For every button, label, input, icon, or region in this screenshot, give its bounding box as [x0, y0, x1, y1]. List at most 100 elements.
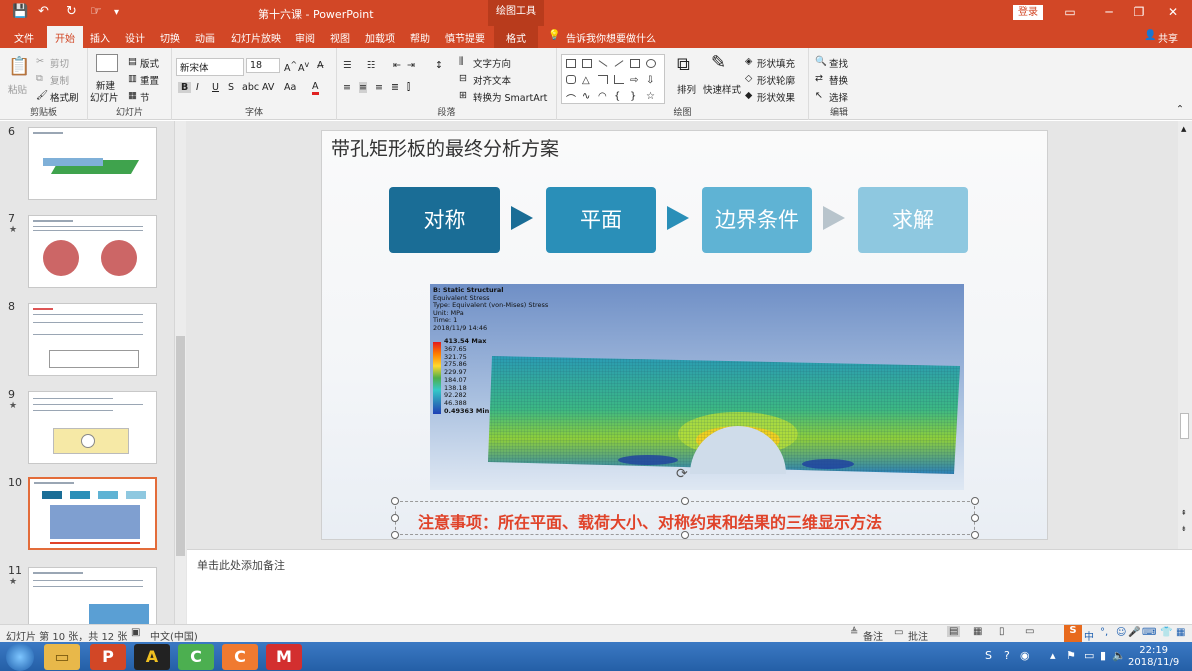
tab-help[interactable]: 帮助 — [410, 30, 430, 45]
slide-thumbnail[interactable] — [28, 391, 157, 464]
font-size-select[interactable]: 18 — [246, 58, 280, 73]
elbow2-shape-icon[interactable] — [614, 75, 624, 84]
ime-punct-icon[interactable]: °, — [1100, 627, 1108, 638]
tray-expand-icon[interactable]: ▴ — [1050, 649, 1056, 662]
resize-handle[interactable] — [391, 497, 399, 505]
step-plane[interactable]: 平面 — [546, 187, 656, 253]
font-color-icon[interactable]: A — [312, 81, 319, 95]
cut-icon[interactable]: ✂ — [36, 56, 44, 67]
scroll-up-icon[interactable]: ▲ — [1181, 125, 1186, 133]
find-button[interactable]: 查找 — [829, 56, 848, 70]
line-spacing-icon[interactable]: ↕ — [435, 60, 443, 71]
tab-insert[interactable]: 插入 — [90, 30, 110, 45]
step-boundary[interactable]: 边界条件 — [702, 187, 812, 253]
brace-left-shape-icon[interactable]: { — [614, 91, 624, 102]
select-icon[interactable]: ↖ — [815, 90, 823, 101]
format-painter-icon[interactable]: 🖌 — [36, 90, 48, 101]
prev-slide-icon[interactable]: ⇞ — [1181, 509, 1187, 517]
select-button[interactable]: 选择 — [829, 90, 848, 104]
clear-format-icon[interactable]: A̶ — [317, 60, 324, 71]
tab-transitions[interactable]: 切换 — [160, 30, 180, 45]
rotate-handle-icon[interactable]: ⟳ — [676, 466, 688, 482]
shape-outline-icon[interactable]: ◇ — [745, 73, 752, 84]
tray-help-icon[interactable]: ? — [1004, 649, 1010, 662]
slide-title[interactable]: 带孔矩形板的最终分析方案 — [331, 134, 559, 161]
section-button[interactable]: 节 — [140, 90, 150, 104]
slide-thumbnail[interactable] — [28, 567, 157, 624]
columns-icon[interactable]: ⫿ — [407, 82, 410, 93]
normal-view-icon[interactable]: ▤ — [947, 626, 961, 637]
undo-icon[interactable]: ↶ — [38, 4, 49, 19]
font-name-select[interactable]: 新宋体 — [176, 58, 244, 76]
shape-fill-icon[interactable]: ◈ — [745, 56, 752, 67]
numbering-icon[interactable]: ☷ — [367, 60, 376, 71]
login-button[interactable]: 登录 — [1013, 5, 1043, 20]
taskbar-app-icon[interactable]: M — [266, 644, 302, 670]
close-icon[interactable]: ✕ — [1158, 3, 1188, 21]
section-icon[interactable]: ▦ — [128, 90, 137, 101]
new-slide-button-line2[interactable]: 幻灯片 — [90, 90, 119, 104]
smartart-icon[interactable]: ⊞ — [459, 90, 467, 101]
slide-thumbnail[interactable] — [28, 303, 157, 376]
thumbnail-scroll-thumb[interactable] — [176, 336, 185, 556]
replace-button[interactable]: 替换 — [829, 73, 848, 87]
toolbox-icon[interactable]: ▦ — [1176, 627, 1185, 638]
reset-button[interactable]: 重置 — [140, 73, 159, 87]
taskbar-app-icon[interactable]: P — [90, 644, 126, 670]
copy-button[interactable]: 复制 — [50, 73, 69, 87]
tab-animations[interactable]: 动画 — [195, 30, 215, 45]
note-text[interactable]: 注意事项：所在平面、载荷大小、对称约束和结果的三维显示方法 — [418, 509, 882, 533]
notes-placeholder[interactable]: 单击此处添加备注 — [197, 557, 285, 573]
tray-ime-icon[interactable]: S — [985, 649, 992, 662]
tab-review[interactable]: 审阅 — [295, 30, 315, 45]
replace-icon[interactable]: ⇄ — [815, 73, 823, 84]
oval-shape-icon[interactable] — [646, 59, 656, 68]
resize-handle[interactable] — [971, 514, 979, 522]
rounded-rect-shape-icon[interactable] — [566, 75, 576, 84]
slide-scrollbar[interactable]: ▲ ⇞ ⇟ — [1178, 121, 1192, 549]
shape-fill-button[interactable]: 形状填充 — [757, 56, 795, 70]
align-center-icon[interactable]: ≡ — [359, 82, 367, 93]
resize-handle[interactable] — [971, 531, 979, 539]
increase-indent-icon[interactable]: ⇥ — [407, 60, 415, 71]
slide-sorter-icon[interactable]: ▦ — [973, 626, 982, 637]
new-slide-icon[interactable] — [96, 54, 118, 72]
paste-button[interactable]: 粘贴 — [8, 82, 27, 96]
char-spacing-icon[interactable]: AV — [262, 82, 274, 93]
start-button-icon[interactable] — [6, 643, 34, 671]
text-direction-icon[interactable]: ⫼ — [459, 56, 463, 67]
bullets-icon[interactable]: ☰ — [343, 60, 352, 71]
underline-icon[interactable]: U — [212, 82, 219, 93]
save-icon[interactable]: 💾 — [12, 4, 28, 19]
decrease-indent-icon[interactable]: ⇤ — [393, 60, 401, 71]
shadow-icon[interactable]: S — [228, 82, 234, 93]
slide-thumbnail[interactable] — [28, 127, 157, 200]
slide-thumbnail[interactable] — [28, 215, 157, 288]
ribbon-display-icon[interactable]: ▭ — [1055, 3, 1085, 21]
arrow-down-shape-icon[interactable]: ⇩ — [646, 75, 656, 86]
arrange-button[interactable]: 排列 — [677, 82, 696, 96]
skin-icon[interactable]: 👕 — [1160, 627, 1172, 638]
quick-styles-icon[interactable]: ✎ — [711, 52, 726, 73]
keyboard-icon[interactable]: ⌨ — [1142, 627, 1156, 638]
justify-icon[interactable]: ≣ — [391, 82, 399, 93]
tray-flag-icon[interactable]: ⚑ — [1066, 649, 1076, 662]
tab-format[interactable]: 格式 — [494, 26, 538, 48]
arrow-line-shape-icon[interactable] — [614, 60, 624, 67]
elbow-shape-icon[interactable] — [598, 75, 608, 84]
quick-styles-button[interactable]: 快速样式 — [703, 82, 741, 96]
share-button[interactable]: 共享 — [1158, 30, 1178, 45]
tab-slideshow[interactable]: 幻灯片放映 — [231, 30, 281, 45]
align-left-icon[interactable]: ≡ — [343, 82, 351, 93]
tab-design[interactable]: 设计 — [125, 30, 145, 45]
tray-monitor-icon[interactable]: ▭ — [1084, 649, 1094, 662]
find-icon[interactable]: 🔍 — [815, 56, 827, 67]
align-text-button[interactable]: 对齐文本 — [473, 73, 511, 87]
resize-handle[interactable] — [391, 531, 399, 539]
reset-icon[interactable]: ▥ — [128, 73, 137, 84]
triangle-shape-icon[interactable]: △ — [582, 75, 592, 86]
align-right-icon[interactable]: ≡ — [375, 82, 383, 93]
resize-handle[interactable] — [681, 497, 689, 505]
star-shape-icon[interactable]: ☆ — [646, 91, 656, 102]
tell-me-box[interactable]: 告诉我你想要做什么 — [566, 30, 656, 45]
